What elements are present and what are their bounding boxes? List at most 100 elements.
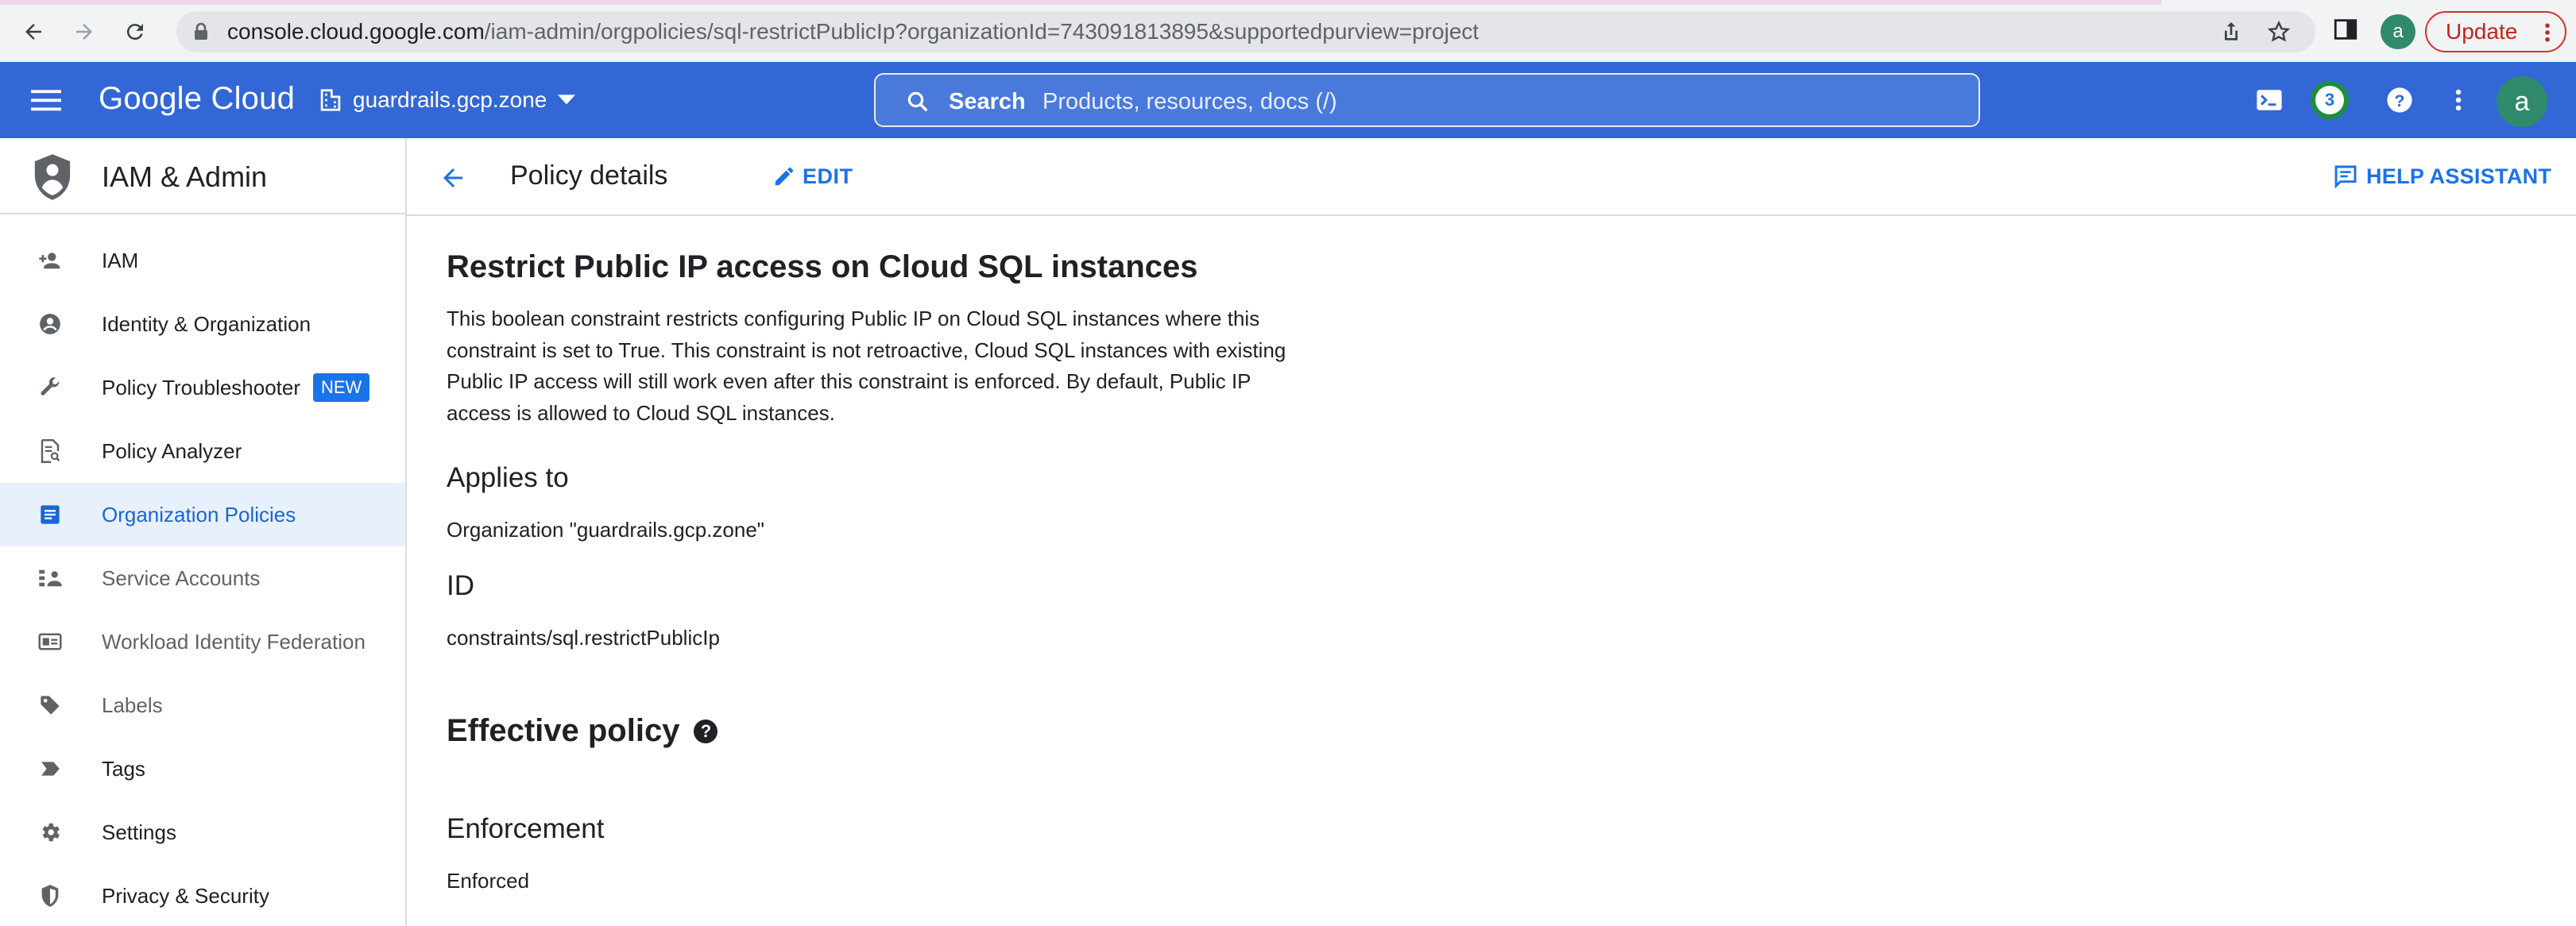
browser-back-button[interactable] bbox=[17, 16, 49, 48]
browser-reload-button[interactable] bbox=[119, 16, 151, 48]
edit-button[interactable]: EDIT bbox=[772, 156, 853, 197]
id-heading: ID bbox=[447, 570, 474, 601]
policy-document-icon bbox=[37, 502, 64, 527]
console-header: Google Cloud guardrails.gcp.zone Search … bbox=[0, 62, 2576, 138]
sidebar-item-labels[interactable]: Labels bbox=[0, 673, 405, 737]
address-bar[interactable]: console.cloud.google.com/iam-admin/orgpo… bbox=[176, 11, 2315, 52]
sidebar-item-label: Service Accounts bbox=[102, 566, 261, 590]
left-navigation: IAM & Admin IAM Identity & Organization … bbox=[0, 138, 407, 926]
share-icon[interactable] bbox=[2218, 19, 2244, 44]
notifications-button[interactable]: 3 bbox=[2311, 81, 2349, 119]
sidebar-item-label: Privacy & Security bbox=[102, 884, 269, 908]
url-text: console.cloud.google.com/iam-admin/orgpo… bbox=[227, 21, 1479, 43]
cloud-shell-button[interactable] bbox=[2253, 84, 2285, 116]
sidebar-item-policy-analyzer[interactable]: Policy Analyzer bbox=[0, 419, 405, 483]
enforcement-heading: Enforcement bbox=[447, 813, 605, 844]
side-panel-icon bbox=[2334, 19, 2357, 40]
sidebar-item-label: Labels bbox=[102, 693, 163, 717]
update-label: Update bbox=[2446, 19, 2518, 44]
effective-policy-heading: Effective policy ? bbox=[447, 713, 718, 749]
notifications-count: 3 bbox=[2315, 86, 2344, 114]
project-picker[interactable]: guardrails.gcp.zone bbox=[319, 81, 576, 119]
browser-update-button[interactable]: Update bbox=[2425, 11, 2566, 52]
sidebar-item-identity-organization[interactable]: Identity & Organization bbox=[0, 292, 405, 356]
sidebar-item-iam[interactable]: IAM bbox=[0, 229, 405, 292]
sidebar-item-settings[interactable]: Settings bbox=[0, 801, 405, 864]
search-label: Search bbox=[949, 89, 1026, 114]
wrench-icon bbox=[37, 375, 64, 400]
side-panel-button[interactable] bbox=[2332, 16, 2359, 47]
search-icon bbox=[907, 91, 928, 112]
product-header: IAM & Admin bbox=[0, 138, 405, 214]
sidebar-item-organization-policies[interactable]: Organization Policies bbox=[0, 483, 405, 546]
service-account-icon bbox=[37, 565, 64, 591]
main-menu-button[interactable] bbox=[29, 83, 64, 118]
caret-down-icon bbox=[558, 95, 576, 105]
bookmark-star-icon[interactable] bbox=[2266, 19, 2292, 44]
applies-to-value: Organization "guardrails.gcp.zone" bbox=[447, 518, 765, 542]
lock-icon bbox=[195, 22, 207, 40]
account-circle-icon bbox=[37, 311, 64, 337]
back-button[interactable] bbox=[434, 159, 472, 197]
iam-shield-icon bbox=[34, 154, 71, 200]
more-vert-icon bbox=[2455, 89, 2462, 111]
more-vert-icon bbox=[2545, 23, 2550, 42]
tab-strip-accent bbox=[0, 0, 2161, 5]
product-title: IAM & Admin bbox=[102, 160, 268, 193]
sidebar-item-label: Policy Troubleshooter bbox=[102, 376, 301, 399]
edit-label: EDIT bbox=[803, 164, 853, 188]
help-circle-icon: ? bbox=[2387, 87, 2412, 113]
sidebar-item-privacy-security[interactable]: Privacy & Security bbox=[0, 864, 405, 926]
more-options-button[interactable] bbox=[2443, 84, 2474, 116]
sidebar-item-label: Organization Policies bbox=[102, 503, 296, 527]
arrow-left-icon bbox=[25, 24, 41, 40]
browser-forward-button[interactable] bbox=[68, 16, 100, 48]
help-assistant-button[interactable]: HELP ASSISTANT bbox=[2333, 156, 2551, 197]
tag-arrow-icon bbox=[37, 756, 64, 781]
sidebar-item-label: IAM bbox=[102, 249, 139, 272]
effective-policy-label: Effective policy bbox=[447, 713, 680, 748]
url-path: /iam-admin/orgpolicies/sql-restrictPubli… bbox=[484, 19, 1479, 44]
sidebar-item-label: Settings bbox=[102, 820, 176, 844]
main-content: Policy details EDIT HELP ASSISTANT Restr… bbox=[407, 138, 2576, 926]
gear-icon bbox=[37, 820, 64, 845]
sidebar-item-label: Identity & Organization bbox=[102, 312, 311, 336]
account-avatar[interactable]: a bbox=[2497, 76, 2547, 127]
sidebar-item-label: Policy Analyzer bbox=[102, 439, 242, 463]
constraint-id-value: constraints/sql.restrictPublicIp bbox=[447, 626, 720, 650]
google-cloud-logo[interactable]: Google Cloud bbox=[99, 79, 295, 118]
sidebar-item-label: Workload Identity Federation bbox=[102, 630, 366, 654]
browser-profile-avatar[interactable]: a bbox=[2381, 14, 2415, 49]
help-button[interactable]: ? bbox=[2384, 84, 2415, 116]
reload-icon bbox=[126, 24, 143, 41]
help-tooltip-icon[interactable]: ? bbox=[694, 719, 718, 743]
pencil-icon bbox=[775, 167, 794, 186]
sidebar-item-workload-identity-federation[interactable]: Workload Identity Federation bbox=[0, 610, 405, 673]
project-name: guardrails.gcp.zone bbox=[353, 87, 547, 112]
svg-text:?: ? bbox=[2395, 91, 2405, 110]
arrow-right-icon bbox=[76, 24, 92, 40]
policy-title: Restrict Public IP access on Cloud SQL i… bbox=[447, 249, 1198, 284]
label-tag-icon bbox=[37, 693, 64, 718]
applies-to-heading: Applies to bbox=[447, 462, 569, 493]
shield-icon bbox=[37, 883, 64, 909]
sidebar-item-service-accounts[interactable]: Service Accounts bbox=[0, 546, 405, 610]
enforcement-value: Enforced bbox=[447, 869, 530, 893]
url-host: console.cloud.google.com bbox=[227, 19, 485, 44]
hamburger-menu-icon bbox=[31, 90, 61, 111]
help-assistant-label: HELP ASSISTANT bbox=[2366, 164, 2552, 188]
person-add-icon bbox=[37, 248, 64, 273]
page-title: Policy details bbox=[510, 160, 668, 191]
new-badge: NEW bbox=[313, 373, 370, 402]
sidebar-item-policy-troubleshooter[interactable]: Policy Troubleshooter NEW bbox=[0, 356, 405, 419]
sidebar-item-tags[interactable]: Tags bbox=[0, 737, 405, 801]
document-search-icon bbox=[37, 438, 64, 464]
search-bar[interactable]: Search Products, resources, docs (/) bbox=[874, 73, 1980, 127]
terminal-icon bbox=[2257, 90, 2282, 110]
sidebar-item-label: Tags bbox=[102, 757, 145, 781]
browser-chrome: console.cloud.google.com/iam-admin/orgpo… bbox=[0, 0, 2576, 62]
id-card-icon bbox=[37, 629, 64, 654]
arrow-back-icon bbox=[443, 168, 462, 187]
chat-feedback-icon bbox=[2334, 165, 2357, 189]
policy-description: This boolean constraint restricts config… bbox=[447, 307, 1286, 425]
